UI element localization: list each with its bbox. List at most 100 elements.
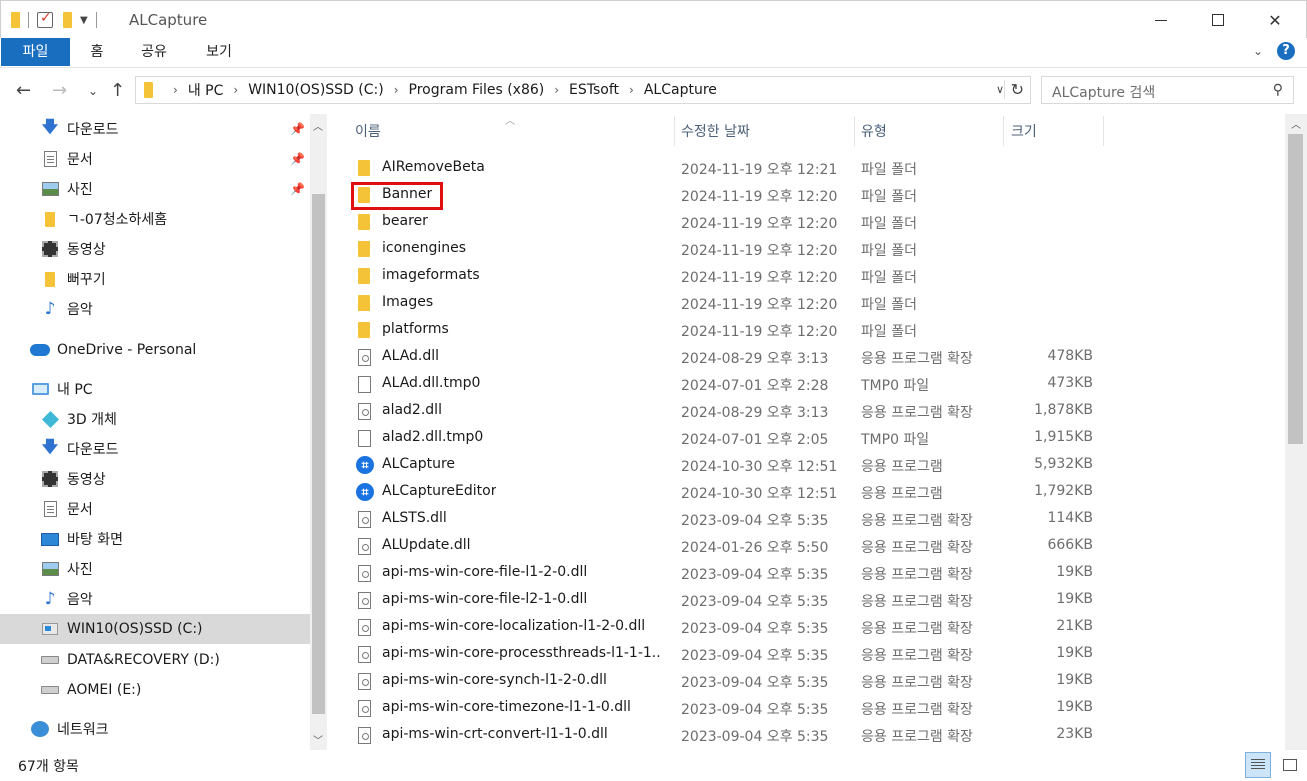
help-icon[interactable]: ? (1277, 42, 1295, 60)
scroll-thumb[interactable] (312, 194, 325, 714)
nav-item-network[interactable]: 네트워크 (0, 714, 310, 744)
pin-icon[interactable]: 📌 (290, 182, 305, 196)
file-row[interactable]: ⌗ ALCaptureEditor 2024-10-30 오후 12:51 응용 프로… (327, 479, 1285, 506)
nav-item-music[interactable]: ♪ 음악 (0, 584, 310, 614)
file-row[interactable]: api-ms-win-core-file-l2-1-0.dll 2023-09-0… (327, 587, 1285, 614)
file-row[interactable]: api-ms-win-core-synch-l1-2-0.dll 2023-09-… (327, 668, 1285, 695)
file-row[interactable]: AIRemoveBeta 2024-11-19 오후 12:21 파일 폴더 (327, 155, 1285, 182)
breadcrumb-item[interactable]: Program Files (x86) (409, 82, 545, 98)
nav-item-folder[interactable]: ㄱ-07청소하세홈 (0, 204, 310, 234)
tab-file[interactable]: 파일 (1, 38, 70, 66)
file-date: 2024-11-19 오후 12:21 (681, 162, 838, 178)
search-box[interactable]: ALCapture 검색 ⚲ (1041, 76, 1294, 104)
tab-view[interactable]: 보기 (199, 38, 239, 66)
file-row[interactable]: iconengines 2024-11-19 오후 12:20 파일 폴더 (327, 236, 1285, 263)
expand-ribbon-icon[interactable]: ⌄ (1253, 44, 1263, 58)
chevron-right-icon[interactable]: › (629, 83, 634, 97)
scroll-up-icon[interactable]: ︿ (1291, 116, 1301, 131)
chevron-right-icon[interactable]: › (233, 83, 238, 97)
minimize-button[interactable] (1133, 1, 1189, 39)
scroll-up-icon[interactable]: ︿ (313, 118, 323, 133)
file-size: 478KB (1047, 348, 1093, 364)
file-row[interactable]: ALUpdate.dll 2024-01-26 오후 5:50 응용 프로그램 확장… (327, 533, 1285, 560)
nav-item-videos[interactable]: 동영상 (0, 234, 310, 264)
nav-scrollbar[interactable]: ︿ ﹀ (310, 114, 327, 750)
list-scrollbar[interactable]: ︿ (1285, 114, 1307, 750)
details-view-button[interactable] (1245, 752, 1271, 778)
column-type[interactable]: 유형 (861, 121, 887, 141)
new-folder-icon[interactable] (63, 12, 72, 28)
up-arrow-icon[interactable]: ↑ (110, 80, 125, 101)
file-row[interactable]: ALAd.dll 2024-08-29 오후 3:13 응용 프로그램 확장 478K… (327, 344, 1285, 371)
file-row[interactable]: alad2.dll 2024-08-29 오후 3:13 응용 프로그램 확장 1,8… (327, 398, 1285, 425)
breadcrumb-item[interactable]: ALCapture (644, 82, 717, 98)
recent-locations-icon[interactable]: ⌄ (88, 84, 98, 98)
nav-item-drive-c[interactable]: WIN10(OS)SSD (C:) (0, 614, 310, 644)
file-row[interactable]: ALSTS.dll 2023-09-04 오후 5:35 응용 프로그램 확장 114… (327, 506, 1285, 533)
chevron-down-icon[interactable]: ▼ (80, 15, 88, 26)
chevron-right-icon[interactable]: › (394, 83, 399, 97)
search-icon[interactable]: ⚲ (1273, 82, 1283, 98)
breadcrumb-item[interactable]: 내 PC (188, 80, 224, 100)
nav-item-drive-d[interactable]: DATA&RECOVERY (D:) (0, 645, 310, 675)
pin-icon[interactable]: 📌 (290, 122, 305, 136)
file-row[interactable]: platforms 2024-11-19 오후 12:20 파일 폴더 (327, 317, 1285, 344)
chevron-right-icon[interactable]: › (554, 83, 559, 97)
nav-item-3d-objects[interactable]: 3D 개체 (0, 404, 310, 434)
column-date[interactable]: 수정한 날짜 (681, 121, 750, 141)
scroll-thumb[interactable] (1288, 134, 1303, 444)
nav-item-drive-e[interactable]: AOMEI (E:) (0, 675, 310, 705)
nav-item-pictures[interactable]: 사진 📌 (0, 174, 310, 204)
address-bar[interactable]: › 내 PC › WIN10(OS)SSD (C:) › Program Fil… (135, 76, 1031, 104)
file-row[interactable]: Images 2024-11-19 오후 12:20 파일 폴더 (327, 290, 1285, 317)
breadcrumb-item[interactable]: WIN10(OS)SSD (C:) (248, 82, 384, 98)
nav-item-music[interactable]: ♪ 음악 (0, 294, 310, 324)
file-row[interactable]: api-ms-win-core-timezone-l1-1-0.dll 2023-… (327, 695, 1285, 722)
breadcrumb-item[interactable]: ESTsoft (569, 82, 619, 98)
tab-home[interactable]: 홈 (82, 38, 112, 66)
refresh-icon[interactable]: ↻ (1003, 80, 1024, 99)
file-row[interactable]: bearer 2024-11-19 오후 12:20 파일 폴더 (327, 209, 1285, 236)
file-size: 1,878KB (1034, 402, 1093, 418)
column-divider[interactable] (1103, 116, 1104, 146)
file-row[interactable]: Banner 2024-11-19 오후 12:20 파일 폴더 (327, 182, 1285, 209)
nav-item-downloads[interactable]: 🡇 다운로드 (0, 434, 310, 464)
dll-file-icon (358, 673, 371, 690)
back-arrow-icon[interactable]: ← (16, 80, 31, 101)
ribbon: 파일 홈 공유 보기 ⌄ ? (0, 38, 1307, 68)
pin-icon[interactable]: 📌 (290, 152, 305, 166)
column-divider[interactable] (854, 116, 855, 146)
close-button[interactable]: ✕ (1247, 1, 1303, 39)
column-divider[interactable] (1003, 116, 1004, 146)
file-date: 2023-09-04 오후 5:35 (681, 702, 829, 718)
file-row[interactable]: api-ms-win-core-localization-l1-2-0.dll 2… (327, 614, 1285, 641)
nav-item-desktop[interactable]: 바탕 화면 (0, 524, 310, 554)
file-row[interactable]: ⌗ ALCapture 2024-10-30 오후 12:51 응용 프로그램 5,93… (327, 452, 1285, 479)
large-icons-view-button[interactable] (1277, 752, 1303, 778)
scroll-down-icon[interactable]: ﹀ (313, 732, 323, 747)
properties-icon[interactable] (37, 10, 53, 28)
nav-item-downloads[interactable]: 🡇 다운로드 📌 (0, 114, 310, 144)
file-row[interactable]: alad2.dll.tmp0 2024-07-01 오후 2:05 TMP0 파일 1… (327, 425, 1285, 452)
file-row[interactable]: api-ms-win-crt-convert-l1-1-0.dll 2023-09… (327, 722, 1285, 749)
nav-item-this-pc[interactable]: 내 PC (0, 374, 310, 404)
column-divider[interactable] (674, 116, 675, 146)
file-row[interactable]: imageformats 2024-11-19 오후 12:20 파일 폴더 (327, 263, 1285, 290)
nav-item-onedrive[interactable]: OneDrive - Personal (0, 335, 310, 365)
file-row[interactable]: ALAd.dll.tmp0 2024-07-01 오후 2:28 TMP0 파일 47… (327, 371, 1285, 398)
column-name[interactable]: 이름 (355, 121, 381, 141)
nav-item-pictures[interactable]: 사진 (0, 554, 310, 584)
nav-item-documents[interactable]: 문서 📌 (0, 144, 310, 174)
tab-share[interactable]: 공유 (133, 38, 175, 66)
nav-item-documents[interactable]: 문서 (0, 494, 310, 524)
nav-item-videos[interactable]: 동영상 (0, 464, 310, 494)
search-placeholder[interactable]: ALCapture 검색 (1052, 82, 1155, 102)
nav-item-folder[interactable]: 뻐꾸기 (0, 264, 310, 294)
file-row[interactable]: api-ms-win-core-file-l1-2-0.dll 2023-09-0… (327, 560, 1285, 587)
chevron-right-icon[interactable]: › (173, 83, 178, 97)
maximize-button[interactable] (1190, 1, 1246, 39)
file-row[interactable]: api-ms-win-core-processthreads-l1-1-1...… (327, 641, 1285, 668)
forward-arrow-icon[interactable]: → (52, 80, 67, 101)
column-size[interactable]: 크기 (1011, 121, 1037, 141)
nav-item-label: WIN10(OS)SSD (C:) (67, 621, 203, 637)
